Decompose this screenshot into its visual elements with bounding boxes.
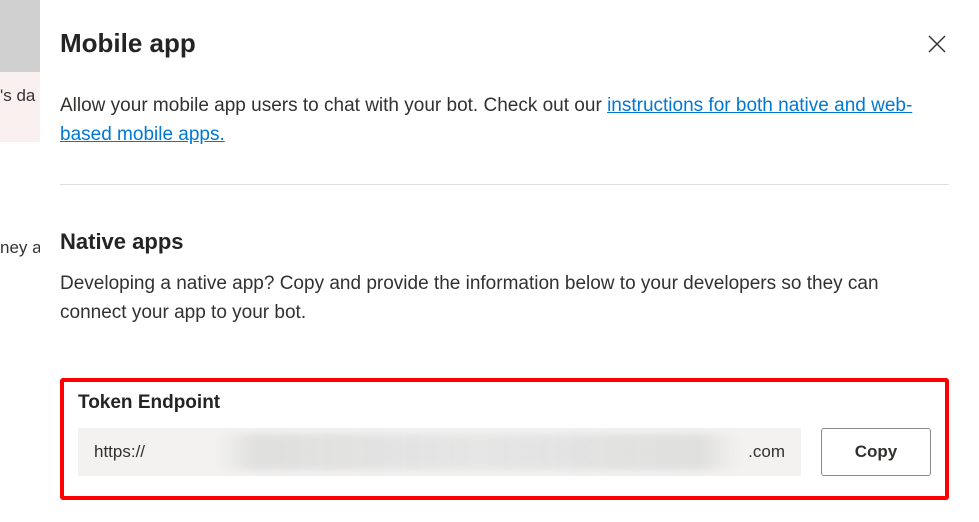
- description-text: Allow your mobile app users to chat with…: [60, 95, 607, 116]
- panel-description: Allow your mobile app users to chat with…: [60, 91, 949, 150]
- token-endpoint-value-suffix: .com: [748, 442, 785, 462]
- token-endpoint-redacted: [216, 434, 741, 470]
- background-text-fragment-1: 's da: [0, 86, 35, 106]
- panel-header: Mobile app: [60, 28, 949, 59]
- token-endpoint-label: Token Endpoint: [78, 392, 931, 414]
- token-endpoint-input[interactable]: https:// .com: [78, 428, 801, 476]
- mobile-app-panel: Mobile app Allow your mobile app users t…: [40, 0, 979, 522]
- native-apps-description: Developing a native app? Copy and provid…: [60, 269, 949, 328]
- background-text-fragment-2: ney a: [0, 238, 42, 258]
- background-top-bar: [0, 0, 40, 72]
- token-endpoint-highlight-box: Token Endpoint https:// .com Copy: [60, 378, 949, 500]
- native-apps-heading: Native apps: [60, 229, 949, 255]
- close-icon: [928, 35, 946, 53]
- copy-button[interactable]: Copy: [821, 428, 931, 476]
- divider: [60, 184, 949, 185]
- background-pink-band: [0, 72, 40, 142]
- panel-title: Mobile app: [60, 28, 196, 59]
- token-endpoint-row: https:// .com Copy: [78, 428, 931, 476]
- background-sidebar: 's da ney a: [0, 0, 40, 522]
- close-button[interactable]: [925, 32, 949, 56]
- token-endpoint-value-prefix: https://: [94, 442, 145, 462]
